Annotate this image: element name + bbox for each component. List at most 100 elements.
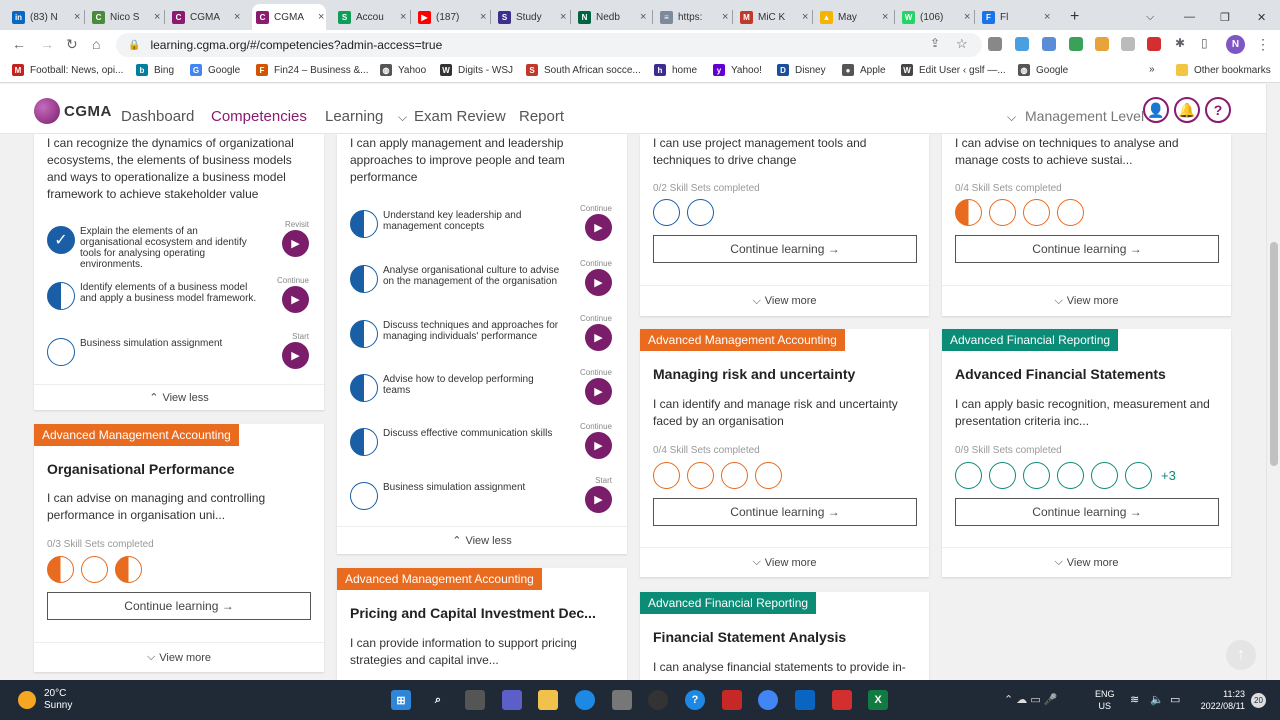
edge-icon[interactable]	[575, 690, 595, 710]
skill-set-circle[interactable]	[1023, 199, 1050, 226]
skill-set-circle[interactable]	[687, 462, 714, 489]
view-more-button[interactable]: ⌵ View more	[942, 285, 1231, 316]
browser-tab[interactable]: N Nedb ×	[574, 4, 648, 30]
scrollbar-thumb[interactable]	[1270, 242, 1278, 466]
share-icon[interactable]: ⇪	[930, 36, 940, 50]
card-title[interactable]: Financial Statement Analysis	[653, 629, 846, 645]
wifi-icon[interactable]: ≋	[1130, 693, 1139, 706]
continue-learning-button[interactable]: Continue learning →	[955, 235, 1219, 263]
close-tab-icon[interactable]: ×	[154, 11, 160, 23]
nav-report[interactable]: Report	[519, 108, 564, 125]
excel-icon[interactable]: X	[868, 690, 888, 710]
nav-learning[interactable]: Learning	[325, 108, 383, 125]
bookmark-item[interactable]: F Fin24 – Business &...	[256, 64, 369, 76]
bookmark-item[interactable]: ◍ Yahoo	[380, 64, 426, 76]
github-icon[interactable]	[648, 690, 668, 710]
close-tab-icon[interactable]: ×	[74, 11, 80, 23]
skill-set-circle[interactable]	[81, 556, 108, 583]
battery-icon[interactable]: ▭	[1170, 693, 1180, 706]
play-button[interactable]: ▶	[585, 214, 612, 241]
skill-set-circle[interactable]	[653, 462, 680, 489]
skill-set-circle[interactable]	[687, 199, 714, 226]
close-tab-icon[interactable]: ×	[640, 11, 646, 23]
management-level-select[interactable]: Management Level	[1025, 108, 1144, 124]
card-title[interactable]: Pricing and Capital Investment Dec...	[350, 605, 596, 621]
extension-icon[interactable]	[988, 37, 1002, 51]
close-tab-icon[interactable]: ×	[722, 11, 728, 23]
bookmark-item[interactable]: D Disney	[777, 64, 826, 76]
chrome-icon[interactable]	[758, 690, 778, 710]
browser-tab[interactable]: C Nico S ×	[88, 4, 162, 30]
scroll-to-top-icon[interactable]: ↑	[1226, 640, 1256, 670]
bookmark-item[interactable]: ● Apple	[842, 64, 886, 76]
tab-search-icon[interactable]: ⌵	[1142, 4, 1154, 30]
continue-learning-button[interactable]: Continue learning →	[47, 592, 311, 620]
card-title[interactable]: Advanced Financial Statements	[955, 366, 1166, 382]
bookmark-item[interactable]: h home	[654, 64, 697, 76]
view-less-button[interactable]: ⌃ View less	[337, 526, 627, 554]
close-tab-icon[interactable]: ×	[400, 11, 406, 23]
skill-set-circle[interactable]	[115, 556, 142, 583]
puzzle-icon[interactable]: ✱	[1175, 36, 1185, 50]
cgma-logo[interactable]: CGMA	[34, 98, 112, 124]
play-button[interactable]: ▶	[282, 342, 309, 369]
outlook-icon[interactable]	[795, 690, 815, 710]
play-button[interactable]: ▶	[585, 269, 612, 296]
view-less-button[interactable]: ⌃ View less	[34, 384, 324, 410]
view-more-button[interactable]: ⌵ View more	[640, 285, 929, 316]
play-button[interactable]: ▶	[282, 286, 309, 313]
bookmark-item[interactable]: ◍ Google	[1018, 64, 1068, 76]
minimize-icon[interactable]: —	[1180, 4, 1195, 30]
new-tab-icon[interactable]: +	[1066, 4, 1079, 30]
star-icon[interactable]: ☆	[956, 36, 968, 52]
page-scrollbar[interactable]	[1266, 84, 1280, 680]
notification-badge[interactable]: 20	[1251, 693, 1266, 708]
user-icon[interactable]: 👤	[1143, 97, 1169, 123]
skill-set-circle[interactable]	[989, 462, 1016, 489]
forward-icon[interactable]: →	[40, 36, 54, 52]
browser-tab[interactable]: M MiC K ×	[736, 4, 810, 30]
skill-set-circle[interactable]	[653, 199, 680, 226]
windows-start-icon[interactable]: ⊞	[391, 690, 411, 710]
extension-icon[interactable]	[1069, 37, 1083, 51]
play-button[interactable]: ▶	[585, 486, 612, 513]
browser-tab[interactable]: W (106) ×	[898, 4, 972, 30]
file-explorer-icon[interactable]	[538, 690, 558, 710]
bell-icon[interactable]: 🔔	[1174, 97, 1200, 123]
speaker-icon[interactable]: 🔈	[1150, 693, 1164, 706]
nav-competencies[interactable]: Competencies	[211, 108, 307, 125]
sidepanel-icon[interactable]: ▯	[1201, 36, 1208, 50]
browser-tab[interactable]: ▶ (187) ×	[414, 4, 488, 30]
browser-tab[interactable]: ▲ May ×	[816, 4, 890, 30]
play-button[interactable]: ▶	[585, 432, 612, 459]
continue-learning-button[interactable]: Continue learning →	[955, 498, 1219, 526]
browser-tab[interactable]: in (83) N ×	[8, 4, 82, 30]
skill-set-circle[interactable]	[1057, 462, 1084, 489]
skill-set-circle[interactable]	[955, 462, 982, 489]
home-icon[interactable]: ⌂	[92, 36, 100, 52]
search-icon[interactable]: ⌕	[428, 690, 448, 710]
address-bar[interactable]: 🔒 learning.cgma.org/#/competencies?admin…	[116, 33, 982, 57]
extension-icon[interactable]	[1121, 37, 1135, 51]
skill-set-circle[interactable]	[1091, 462, 1118, 489]
browser-tab[interactable]: F Fl ×	[978, 4, 1052, 30]
close-tab-icon[interactable]: ×	[480, 11, 486, 23]
play-button[interactable]: ▶	[585, 324, 612, 351]
back-icon[interactable]: ←	[12, 36, 26, 52]
more-bookmarks-icon[interactable]: »	[1149, 64, 1155, 75]
language-indicator[interactable]: ENG US	[1095, 688, 1115, 712]
bookmark-item[interactable]: G Google	[190, 64, 240, 76]
skill-set-circle[interactable]	[1023, 462, 1050, 489]
close-window-icon[interactable]: ✕	[1253, 4, 1266, 30]
bookmark-item[interactable]: W Digits - WSJ	[440, 64, 513, 76]
view-more-button[interactable]: ⌵ View more	[34, 642, 324, 672]
weather-widget[interactable]: 20°C Sunny	[18, 688, 72, 712]
profile-avatar[interactable]: N	[1226, 35, 1245, 54]
play-button[interactable]: ▶	[585, 378, 612, 405]
menu-icon[interactable]: ⋮	[1256, 36, 1270, 53]
extension-icon[interactable]	[1095, 37, 1109, 51]
close-tab-icon[interactable]: ×	[318, 11, 324, 23]
maximize-icon[interactable]: ❐	[1216, 4, 1230, 30]
bookmark-item[interactable]: y Yahoo!	[713, 64, 762, 76]
acrobat-icon[interactable]	[832, 690, 852, 710]
